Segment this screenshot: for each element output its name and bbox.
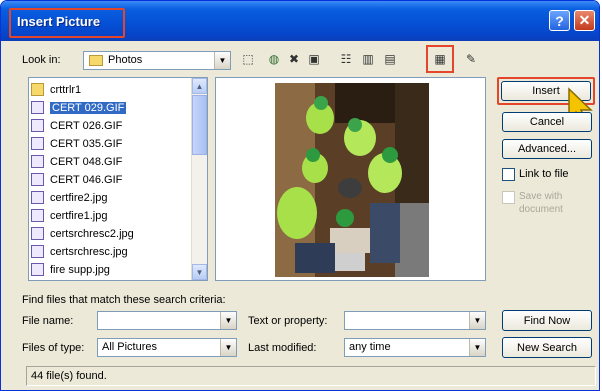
- vertical-scrollbar[interactable]: ▲ ▼: [191, 78, 207, 280]
- look-in-dropdown[interactable]: Photos ▼: [83, 51, 231, 70]
- cancel-button[interactable]: Cancel: [502, 112, 592, 132]
- file-name: CERT 035.GIF: [50, 137, 123, 150]
- file-list-item[interactable]: CERT 046.GIF: [31, 172, 189, 187]
- file-list-item[interactable]: fire supp.jpg: [31, 262, 189, 277]
- help-button[interactable]: ?: [549, 10, 570, 31]
- file-list-item[interactable]: certsrchresc2.jpg: [31, 226, 189, 241]
- folder-icon: [89, 55, 103, 66]
- file-name: certfire1.jpg: [50, 209, 108, 222]
- link-to-file-checkbox[interactable]: [502, 168, 515, 181]
- text-property-field[interactable]: ▼: [344, 311, 486, 330]
- file-name: CERT 026.GIF: [50, 119, 123, 132]
- file-name-label: File name:: [22, 315, 74, 327]
- file-name: certsrchresc.jpg: [50, 245, 128, 258]
- folder-icon: [31, 83, 44, 96]
- image-file-icon: [31, 101, 44, 114]
- text-property-label: Text or property:: [248, 315, 328, 327]
- file-list-item[interactable]: CERT 048.GIF: [31, 154, 189, 169]
- file-name: CERT 048.GIF: [50, 155, 123, 168]
- file-type-dropdown[interactable]: All Pictures ▼: [97, 338, 237, 357]
- chevron-down-icon[interactable]: ▼: [220, 312, 236, 329]
- file-name: CERT 029.GIF: [50, 101, 127, 114]
- preview-pane: [215, 77, 486, 281]
- image-file-icon: [31, 155, 44, 168]
- file-name: crttrlr1: [50, 83, 82, 96]
- preview-image: [275, 83, 429, 277]
- file-list-item[interactable]: certfire2.jpg: [31, 190, 189, 205]
- image-file-icon: [31, 245, 44, 258]
- search-criteria-heading: Find files that match these search crite…: [22, 294, 226, 306]
- image-file-icon: [31, 173, 44, 186]
- file-name-field[interactable]: ▼: [97, 311, 237, 330]
- last-modified-label: Last modified:: [248, 342, 317, 354]
- file-name: certsrchresc2.jpg: [50, 227, 134, 240]
- new-folder-icon[interactable]: ▣: [304, 49, 324, 68]
- list-view-icon[interactable]: ☷: [336, 49, 356, 68]
- file-list[interactable]: crttrlr1 CERT 029.GIF CERT 026.GIF CERT 035…: [28, 77, 208, 281]
- file-list-item[interactable]: crttrlr1: [31, 82, 189, 97]
- rescue-photo: [275, 83, 429, 277]
- look-in-value: Photos: [108, 54, 143, 66]
- file-list-item[interactable]: CERT 029.GIF: [31, 100, 189, 115]
- image-file-icon: [31, 191, 44, 204]
- file-name: fire supp.jpg: [50, 263, 110, 276]
- image-file-icon: [31, 227, 44, 240]
- file-name: certfire2.jpg: [50, 191, 108, 204]
- image-file-icon: [31, 263, 44, 276]
- save-with-document-checkbox: [502, 191, 515, 204]
- last-modified-value: any time: [349, 341, 391, 353]
- tools-icon[interactable]: ✎: [461, 49, 481, 68]
- preview-view-icon[interactable]: ▦: [426, 45, 454, 73]
- title-bar[interactable]: Insert Picture ? ✕: [1, 1, 599, 41]
- insert-picture-dialog: Insert Picture ? ✕ Look in: Photos ▼ ⬚ ◍…: [0, 0, 600, 391]
- status-text: 44 file(s) found.: [31, 370, 107, 382]
- chevron-down-icon[interactable]: ▼: [214, 52, 230, 69]
- file-type-value: All Pictures: [102, 341, 158, 353]
- image-file-icon: [31, 137, 44, 150]
- chevron-down-icon[interactable]: ▼: [469, 339, 485, 356]
- save-with-document-label-1: Save with: [519, 191, 563, 202]
- look-in-label: Look in:: [22, 54, 61, 66]
- web-icon[interactable]: ◍: [264, 49, 284, 68]
- image-file-icon: [31, 119, 44, 132]
- scroll-up-icon[interactable]: ▲: [192, 78, 207, 94]
- delete-icon[interactable]: ✖: [284, 49, 304, 68]
- up-folder-icon[interactable]: ⬚: [238, 49, 258, 68]
- chevron-down-icon[interactable]: ▼: [220, 339, 236, 356]
- link-to-file-label: Link to file: [519, 168, 569, 180]
- file-list-item[interactable]: CERT 035.GIF: [31, 136, 189, 151]
- chevron-down-icon[interactable]: ▼: [469, 312, 485, 329]
- scroll-thumb[interactable]: [192, 95, 207, 155]
- file-type-label: Files of type:: [22, 342, 85, 354]
- file-list-item[interactable]: certsrchresc.jpg: [31, 244, 189, 259]
- properties-view-icon[interactable]: ▤: [380, 49, 400, 68]
- image-file-icon: [31, 209, 44, 222]
- file-list-item[interactable]: certfire1.jpg: [31, 208, 189, 223]
- advanced-button[interactable]: Advanced...: [502, 139, 592, 159]
- new-search-button[interactable]: New Search: [502, 337, 592, 358]
- dialog-title: Insert Picture: [17, 14, 101, 29]
- scroll-down-icon[interactable]: ▼: [192, 264, 207, 280]
- find-now-button[interactable]: Find Now: [502, 310, 592, 331]
- file-name: CERT 046.GIF: [50, 173, 123, 186]
- file-list-item[interactable]: CERT 026.GIF: [31, 118, 189, 133]
- status-bar: 44 file(s) found.: [26, 366, 596, 386]
- save-with-document-label-2: document: [519, 204, 563, 215]
- close-button[interactable]: ✕: [574, 10, 595, 31]
- details-view-icon[interactable]: ▥: [358, 49, 378, 68]
- last-modified-dropdown[interactable]: any time ▼: [344, 338, 486, 357]
